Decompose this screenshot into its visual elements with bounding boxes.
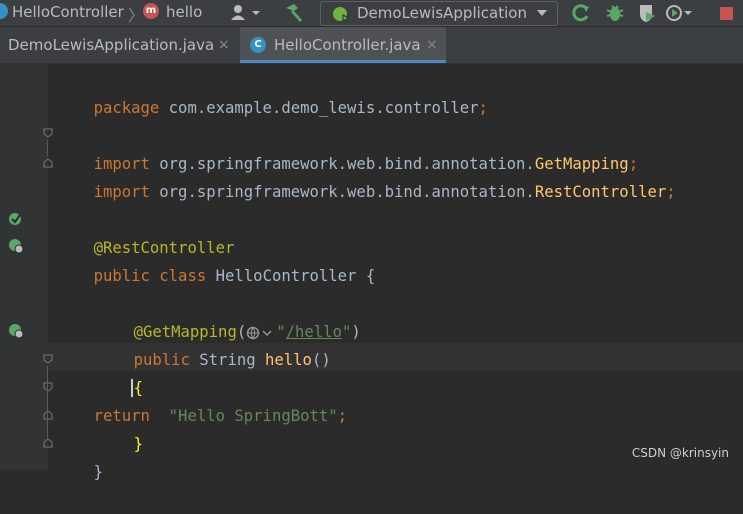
breadcrumb-separator-icon: 〉: [128, 6, 145, 25]
semicolon: ;: [478, 99, 488, 117]
breadcrumb-class[interactable]: HelloController: [12, 3, 124, 21]
class-icon: [0, 3, 8, 19]
navigation-toolbar: HelloController 〉 m hello DemoLewisAppli…: [0, 0, 743, 27]
indent-guide: [47, 140, 48, 156]
keyword: public: [133, 351, 200, 369]
tab-demolewisapplication[interactable]: DemoLewisApplication.java ×: [0, 27, 238, 63]
tab-hellocontroller[interactable]: C HelloController.java ×: [240, 27, 446, 63]
request-mapping-icon[interactable]: [7, 322, 25, 340]
code-line-14[interactable]: }: [56, 430, 103, 481]
close-brace: }: [93, 463, 103, 481]
code-editor[interactable]: package com.example.demo_lewis.controlle…: [0, 64, 743, 481]
code-line-7[interactable]: public class HelloController {: [56, 234, 376, 285]
build-hammer-icon[interactable]: [282, 2, 306, 24]
breadcrumb-method[interactable]: hello: [166, 3, 202, 21]
import-class: RestController: [534, 183, 667, 201]
code-line-1[interactable]: package com.example.demo_lewis.controlle…: [56, 66, 488, 117]
class-name: HelloController: [215, 267, 366, 285]
spring-boot-icon: [333, 7, 351, 22]
run-configuration-selector[interactable]: DemoLewisApplication: [320, 1, 558, 26]
editor-gutter: [0, 64, 48, 470]
indent-guide: [47, 366, 48, 438]
profiler-icon[interactable]: [664, 2, 694, 24]
code-line-10[interactable]: public String hello(): [96, 318, 331, 369]
spring-controller-icon[interactable]: [7, 237, 25, 255]
keyword: public class: [93, 267, 216, 285]
close-icon[interactable]: ×: [218, 37, 230, 53]
code-line-9[interactable]: @GetMapping("/hello"): [96, 290, 361, 341]
method-icon: m: [143, 3, 159, 19]
stop-icon[interactable]: [718, 2, 738, 24]
return-type: String: [199, 351, 265, 369]
parens: (): [311, 351, 331, 369]
fold-marker-icon[interactable]: [43, 382, 53, 392]
close-icon[interactable]: ×: [426, 37, 438, 53]
open-brace: {: [365, 267, 376, 285]
run-configuration-label: DemoLewisApplication: [357, 4, 527, 22]
debug-bug-icon[interactable]: [604, 2, 626, 24]
import-path: org.springframework.web.bind.annotation.: [159, 183, 535, 201]
code-line-13[interactable]: }: [96, 402, 143, 453]
fold-marker-icon[interactable]: [43, 128, 53, 138]
semicolon: ;: [337, 407, 348, 425]
rerun-icon[interactable]: [570, 2, 592, 24]
tab-label: DemoLewisApplication.java: [8, 36, 215, 54]
code-line-4[interactable]: import org.springframework.web.bind.anno…: [56, 150, 676, 201]
code-line-12[interactable]: return "Hello SpringBott";: [56, 374, 348, 425]
code-line-3[interactable]: import org.springframework.web.bind.anno…: [56, 122, 639, 173]
semicolon: ;: [666, 183, 676, 201]
close-brace: }: [133, 435, 143, 453]
tab-label: HelloController.java: [274, 36, 421, 54]
class-icon: C: [250, 37, 266, 53]
method-name: hello: [265, 351, 312, 369]
paren: ): [351, 323, 361, 341]
fold-marker-icon[interactable]: [43, 354, 53, 364]
fold-marker-icon[interactable]: [43, 158, 53, 168]
fold-marker-icon[interactable]: [43, 410, 53, 420]
code-line-11[interactable]: {: [96, 346, 143, 397]
spring-bean-icon[interactable]: [7, 210, 25, 228]
keyword: package: [93, 99, 169, 117]
editor-tab-bar: DemoLewisApplication.java × C HelloContr…: [0, 27, 743, 64]
code-line-6[interactable]: @RestController: [56, 206, 235, 257]
chevron-down-icon: [537, 10, 547, 16]
string-quote: ": [341, 323, 352, 341]
keyword: import: [93, 183, 160, 201]
string-literal: "Hello SpringBott": [159, 407, 338, 425]
user-dropdown-icon[interactable]: [228, 2, 266, 24]
watermark: CSDN @krinsyin: [631, 446, 729, 460]
coverage-shield-icon[interactable]: [636, 2, 658, 24]
fold-marker-icon[interactable]: [43, 438, 53, 448]
package-name: com.example.demo_lewis.controller: [168, 99, 479, 117]
